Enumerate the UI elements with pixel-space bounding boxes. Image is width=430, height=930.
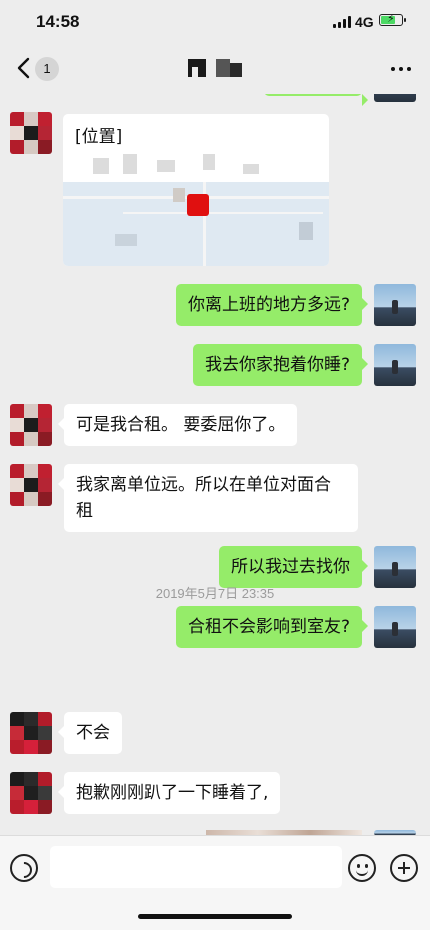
my-avatar[interactable] bbox=[374, 606, 416, 648]
contact-name-redacted bbox=[188, 59, 244, 79]
location-message[interactable]: [位置] bbox=[63, 114, 329, 266]
network-type: 4G bbox=[355, 14, 374, 30]
contact-avatar[interactable] bbox=[10, 772, 52, 814]
location-label: [位置] bbox=[75, 127, 123, 147]
home-indicator[interactable] bbox=[138, 914, 292, 919]
message-bubble-sent[interactable]: 我去你家抱着你睡? bbox=[192, 344, 369, 386]
message-bubble-received[interactable]: 我家离单位远。所以在单位对面合租 bbox=[58, 464, 358, 532]
my-avatar[interactable] bbox=[374, 546, 416, 588]
unread-count-badge[interactable]: 1 bbox=[35, 57, 59, 81]
contact-avatar[interactable] bbox=[10, 404, 52, 446]
emoji-icon[interactable] bbox=[348, 854, 376, 882]
contact-avatar[interactable] bbox=[10, 464, 52, 506]
message-bubble-sent[interactable]: 合租不会影响到室友? bbox=[175, 606, 369, 648]
my-avatar[interactable] bbox=[374, 344, 416, 386]
message-bubble-received[interactable]: 可是我合租。 要委屈你了。 bbox=[57, 404, 298, 446]
my-avatar[interactable] bbox=[374, 94, 416, 102]
partial-message-bubble bbox=[264, 94, 368, 106]
signal-icon bbox=[333, 16, 351, 28]
chat-header: 1 bbox=[0, 44, 430, 94]
status-time: 14:58 bbox=[36, 12, 80, 31]
contact-avatar[interactable] bbox=[10, 712, 52, 754]
message-timestamp: 2019年5月7日 23:35 bbox=[155, 586, 275, 601]
location-map-preview bbox=[63, 182, 329, 266]
map-pin-icon bbox=[187, 194, 209, 216]
chat-area[interactable]: [位置] 你离上班的地方多远? 我去你家抱着你睡? 可是我合租。 要委屈你了。 … bbox=[0, 94, 430, 835]
back-chevron-icon[interactable] bbox=[14, 56, 36, 80]
message-bubble-sent[interactable]: 所以我过去找你 bbox=[219, 546, 368, 588]
message-bubble-received[interactable]: 不会 bbox=[58, 712, 122, 754]
message-bubble-sent[interactable]: 你离上班的地方多远? bbox=[175, 284, 369, 326]
more-dots-icon[interactable] bbox=[391, 67, 411, 71]
voice-icon[interactable] bbox=[10, 854, 38, 882]
status-bar: 14:58 4G ⚡ bbox=[0, 0, 430, 44]
plus-icon[interactable] bbox=[390, 854, 418, 882]
message-bubble-received[interactable]: 抱歉刚刚趴了一下睡着了, bbox=[57, 772, 281, 814]
battery-icon: ⚡ bbox=[379, 12, 406, 26]
message-input[interactable] bbox=[50, 846, 342, 888]
contact-avatar[interactable] bbox=[10, 112, 52, 154]
my-avatar[interactable] bbox=[374, 284, 416, 326]
